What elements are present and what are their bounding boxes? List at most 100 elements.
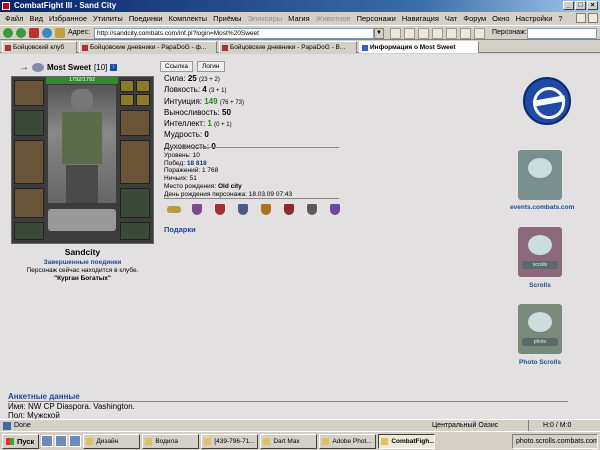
close-button[interactable]: × [587,1,598,10]
taskbar-item[interactable]: Дизайн [83,433,141,449]
boots-slot[interactable] [120,222,150,240]
menu-item-7[interactable]: Эликсиры [245,14,286,23]
quicklaunch-icon-1[interactable] [41,435,54,447]
profile-title: Анкетные данные [8,392,80,401]
start-button[interactable]: Пуск [2,433,40,449]
club-name: "Курган Богатых" [54,275,111,282]
menu-item-11[interactable]: Навигация [399,14,442,23]
minimize-button[interactable]: _ [563,1,574,10]
shield-badge-6-icon[interactable] [302,201,322,218]
belt-slot[interactable] [14,222,44,240]
menu-item-8[interactable]: Магия [285,14,313,23]
toolbar-icon-2[interactable] [446,28,457,39]
menu-item-14[interactable]: Окно [489,14,512,23]
forward-icon[interactable] [16,28,26,38]
info-block: Уровень: 10 Побед: 18 818 Поражений: 1 768… [164,152,292,198]
photo-scrolls-link[interactable]: Photo Scrolls [510,359,570,366]
scroll-badge-icon[interactable] [164,201,184,218]
menu-item-3[interactable]: Утилиты [90,14,126,23]
restore-doc-icon[interactable] [588,13,598,23]
tab-diary-1[interactable]: Бойцовские дневники - PapaDoG - ф... [79,41,217,53]
badges-row [164,201,345,218]
taskbar-item[interactable]: Dart Max [260,433,318,449]
menu-item-1[interactable]: Вид [26,14,46,23]
system-tray: photo.scrolls.combats.com [512,434,598,449]
photo-scrolls-icon[interactable]: photo [518,304,562,354]
menu-right-icons [576,13,598,23]
maximize-button[interactable]: □ [575,1,586,10]
menu-item-6[interactable]: Приёмы [210,14,244,23]
character-level: [10] [94,63,108,72]
stat-value: 25 [187,74,197,83]
legs-icon [66,165,98,203]
info-row: Поражений: 1 768 [164,167,292,175]
events-link[interactable]: events.combats.com [510,204,574,211]
menu-item-2[interactable]: Избранное [46,14,90,23]
favorites-icon[interactable] [404,28,415,39]
info-value: 18 818 [186,159,207,167]
menu-item-9[interactable]: Животное [313,14,354,23]
tab-character-info[interactable]: Информация о Most Sweet [359,41,479,53]
taskbar-item[interactable]: [439-796-71... [201,433,259,449]
menu-item-13[interactable]: Форум [460,14,489,23]
helmet-slot[interactable] [14,80,44,106]
taskbar-item[interactable]: Водила [142,433,200,449]
weapon-slot[interactable] [14,140,44,184]
go-icon[interactable] [390,28,401,39]
ring-slot-2[interactable] [136,80,150,92]
tab-diary-2[interactable]: Бойцовские дневники - PapaDoG - B... [219,41,357,53]
ring-slot-3[interactable] [120,94,134,106]
gloves-slot[interactable] [120,110,150,136]
ring-slot-4[interactable] [136,94,150,106]
menu-item-12[interactable]: Чат [442,14,460,23]
shield-badge-4-icon[interactable] [256,201,276,218]
toolbar-icon-4[interactable] [474,28,485,39]
refresh-icon[interactable] [42,28,52,38]
taskbar-item[interactable]: CombatFigh... [378,433,436,449]
info-icon[interactable]: i [110,64,118,71]
shield-badge-5-icon[interactable] [279,201,299,218]
scrolls-link[interactable]: Scrolls [520,282,560,289]
menu-item-16[interactable]: ? [555,14,565,23]
leggings-slot[interactable] [120,188,150,218]
character-image [48,85,116,203]
menu-item-15[interactable]: Настройки [513,14,556,23]
shield-badge-7-icon[interactable] [325,201,345,218]
tab-fight-club[interactable]: Бойцовский клуб [2,41,77,53]
menu-item-0[interactable]: Файл [2,14,26,23]
bracer-slot[interactable] [14,110,44,136]
shield-slot[interactable] [120,140,150,184]
address-input[interactable]: http://sandcity.combats.com/inf.pl?login… [94,28,374,39]
minimize-doc-icon[interactable] [576,13,586,23]
photo-caption: photo [522,338,558,346]
location-text: Персонаж сейчас находится в клубе. [26,267,139,274]
completed-fights-link[interactable]: Завершенные поединки [11,259,154,266]
quicklaunch-icon-3[interactable] [69,435,82,447]
menu-item-5[interactable]: Комплекты [166,14,211,23]
persona-select[interactable] [527,28,597,39]
gifts-link[interactable]: Подарки [164,225,196,234]
armor-slot[interactable] [14,188,44,218]
address-dropdown-icon[interactable]: ▼ [374,28,384,39]
stop-icon[interactable] [29,28,39,38]
quicklaunch-icon-2[interactable] [55,435,68,447]
link-button[interactable]: Ссылка [160,61,194,72]
menu-item-4[interactable]: Поединки [126,14,166,23]
home-icon[interactable] [55,28,65,38]
toolbar-icon-1[interactable] [432,28,443,39]
events-icon[interactable] [518,150,562,200]
back-icon[interactable] [3,28,13,38]
toolbar-icon-3[interactable] [460,28,471,39]
combats-logo-icon[interactable] [523,77,571,125]
menu-item-10[interactable]: Персонажи [354,14,399,23]
scrolls-icon[interactable]: scrolls [518,227,562,277]
shield-badge-3-icon[interactable] [233,201,253,218]
taskbar-item[interactable]: Adobe Phot... [319,433,377,449]
character-name[interactable]: Most Sweet [47,63,91,72]
shield-badge-2-icon[interactable] [210,201,230,218]
login-button[interactable]: Логин [197,61,225,72]
shield-badge-1-icon[interactable] [187,201,207,218]
info-value: 1 768 [201,167,219,175]
history-icon[interactable] [418,28,429,39]
ring-slot-1[interactable] [120,80,134,92]
